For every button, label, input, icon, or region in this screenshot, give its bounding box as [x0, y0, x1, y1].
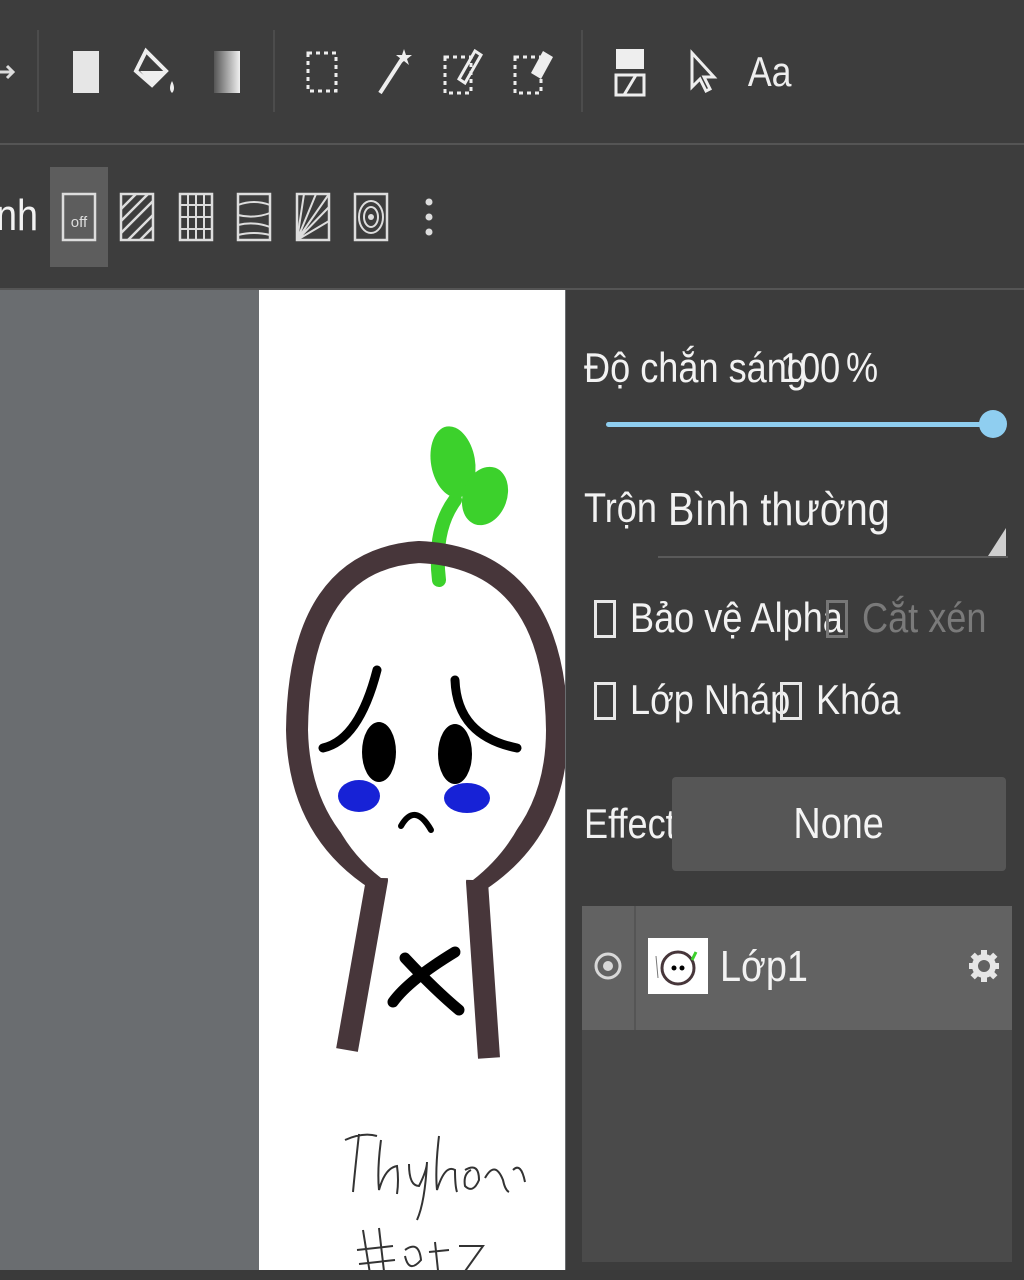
- text-tool-icon[interactable]: Aa: [742, 40, 798, 104]
- ruler-off-button[interactable]: off: [50, 167, 108, 267]
- lock-checkbox[interactable]: [780, 682, 802, 720]
- ruler-concentric-button[interactable]: [342, 167, 400, 267]
- ruler-off-label: off: [71, 214, 88, 231]
- protect-alpha-checkbox[interactable]: [594, 600, 616, 638]
- more-vertical-icon[interactable]: [400, 167, 458, 267]
- layer-list: Lớp1: [582, 906, 1012, 1262]
- fill-color-icon[interactable]: [58, 40, 114, 104]
- ruler-grid-button[interactable]: [167, 167, 225, 267]
- pointer-icon[interactable]: [672, 40, 728, 104]
- layer-name[interactable]: Lớp1: [720, 942, 808, 992]
- bucket-fill-icon[interactable]: [128, 40, 184, 104]
- eye-visibility-icon[interactable]: [594, 952, 622, 985]
- tone-toolbar: nh off: [0, 145, 1024, 288]
- layer-settings-gear-icon[interactable]: [968, 944, 1000, 993]
- canvas-area[interactable]: [0, 290, 566, 1280]
- ruler-parallel-button[interactable]: [108, 167, 166, 267]
- blend-underline: [658, 556, 1008, 558]
- effect-label: Effect: [584, 800, 676, 847]
- ruler-curve-button[interactable]: [225, 167, 283, 267]
- text-tool-label: Aa: [748, 48, 792, 95]
- opacity-unit: %: [846, 344, 879, 391]
- draft-layer-checkbox[interactable]: [594, 682, 616, 720]
- clipping-checkbox[interactable]: [826, 600, 848, 638]
- lock-label: Khóa: [816, 676, 901, 723]
- select-eraser-icon[interactable]: [505, 40, 561, 104]
- gradient-icon[interactable]: [199, 40, 255, 104]
- blend-mode-select[interactable]: Bình thường: [668, 482, 890, 536]
- toolbar-divider: [37, 30, 39, 112]
- ruler-radial-button[interactable]: [284, 167, 342, 267]
- magic-wand-icon[interactable]: [366, 40, 422, 104]
- artwork-illustration: [286, 426, 565, 1270]
- draft-layer-label: Lớp Nháp: [630, 676, 791, 723]
- grid-icon: [178, 192, 214, 242]
- toolbar-divider: [581, 30, 583, 112]
- select-pen-icon[interactable]: [435, 40, 491, 104]
- radial-lines-icon: [295, 192, 331, 242]
- curved-lines-icon: [236, 192, 272, 242]
- opacity-slider-handle[interactable]: [979, 410, 1007, 438]
- tone-partial-label: nh: [0, 191, 39, 240]
- opacity-value: 100: [780, 344, 841, 391]
- concentric-icon: [353, 192, 389, 242]
- layer-row[interactable]: Lớp1: [582, 906, 1012, 1030]
- clipping-label: Cắt xén: [862, 594, 987, 641]
- select-rect-icon[interactable]: [294, 40, 350, 104]
- protect-alpha-label: Bảo vệ Alpha: [630, 594, 843, 641]
- redo-arrow-icon[interactable]: [0, 40, 34, 104]
- diagonal-lines-icon: [119, 192, 155, 242]
- transform-icon[interactable]: [602, 40, 658, 104]
- opacity-label: Độ chắn sáng: [584, 344, 807, 391]
- dropdown-corner-icon: [988, 528, 1006, 556]
- opacity-slider-track[interactable]: [606, 422, 988, 427]
- toolbar-divider: [273, 30, 275, 112]
- effect-value: None: [793, 799, 885, 848]
- main-toolbar: Aa: [0, 0, 1024, 143]
- layer-thumbnail: [648, 938, 708, 994]
- bottom-strip: [0, 1270, 1024, 1280]
- layer-divider: [634, 906, 636, 1030]
- layer-panel: Độ chắn sáng 100 % Trộn Bình thường Bảo …: [566, 290, 1024, 1280]
- drawing-canvas[interactable]: [259, 290, 565, 1270]
- blend-label: Trộn: [584, 484, 657, 531]
- effect-button[interactable]: None: [672, 777, 1006, 871]
